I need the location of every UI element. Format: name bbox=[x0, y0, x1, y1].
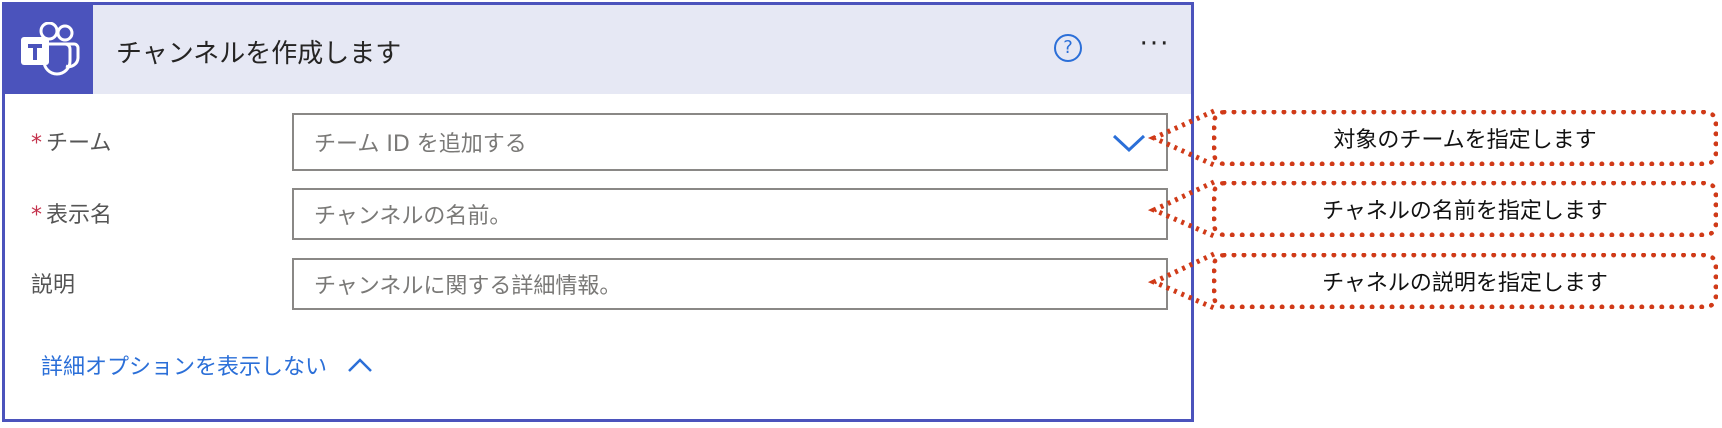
page-title: チャンネルを作成します bbox=[116, 39, 402, 69]
more-options-icon[interactable]: ··· bbox=[1133, 29, 1177, 59]
description-label: 説明 bbox=[31, 273, 76, 298]
display-name-placeholder: チャンネルの名前。 bbox=[314, 204, 512, 229]
team-dropdown[interactable]: チーム ID を追加する bbox=[292, 113, 1168, 171]
advanced-options-label: 詳細オプションを表示しない bbox=[41, 355, 328, 380]
team-label: * チーム bbox=[31, 125, 111, 157]
chevron-down-icon[interactable] bbox=[1112, 133, 1146, 159]
annotation-team: 対象のチームを指定します bbox=[1212, 110, 1718, 166]
card-header: チャンネルを作成します ? ··· bbox=[5, 5, 1191, 94]
required-marker: * bbox=[31, 203, 42, 228]
team-label-text: チーム bbox=[46, 131, 112, 156]
create-channel-card: チャンネルを作成します ? ··· * チーム チーム ID を追加する * 表示名… bbox=[2, 2, 1194, 422]
annotation-pointer bbox=[1147, 108, 1216, 168]
teams-logo-icon bbox=[5, 5, 93, 94]
annotation-description: チャネルの説明を指定します bbox=[1212, 253, 1718, 309]
description-placeholder: チャンネルに関する詳細情報。 bbox=[314, 274, 622, 299]
team-placeholder: チーム ID を追加する bbox=[314, 132, 527, 157]
help-icon[interactable]: ? bbox=[1054, 34, 1082, 62]
annotation-display-name: チャネルの名前を指定します bbox=[1212, 181, 1718, 237]
annotation-pointer bbox=[1147, 251, 1216, 311]
display-name-label: * 表示名 bbox=[31, 197, 112, 229]
chevron-up-icon bbox=[348, 358, 372, 372]
hide-advanced-options-link[interactable]: 詳細オプションを表示しない bbox=[41, 349, 373, 381]
display-name-input[interactable]: チャンネルの名前。 bbox=[292, 188, 1168, 240]
annotation-pointer bbox=[1147, 179, 1216, 239]
description-input[interactable]: チャンネルに関する詳細情報。 bbox=[292, 258, 1168, 310]
required-marker: * bbox=[31, 131, 42, 156]
display-name-label-text: 表示名 bbox=[46, 203, 113, 228]
